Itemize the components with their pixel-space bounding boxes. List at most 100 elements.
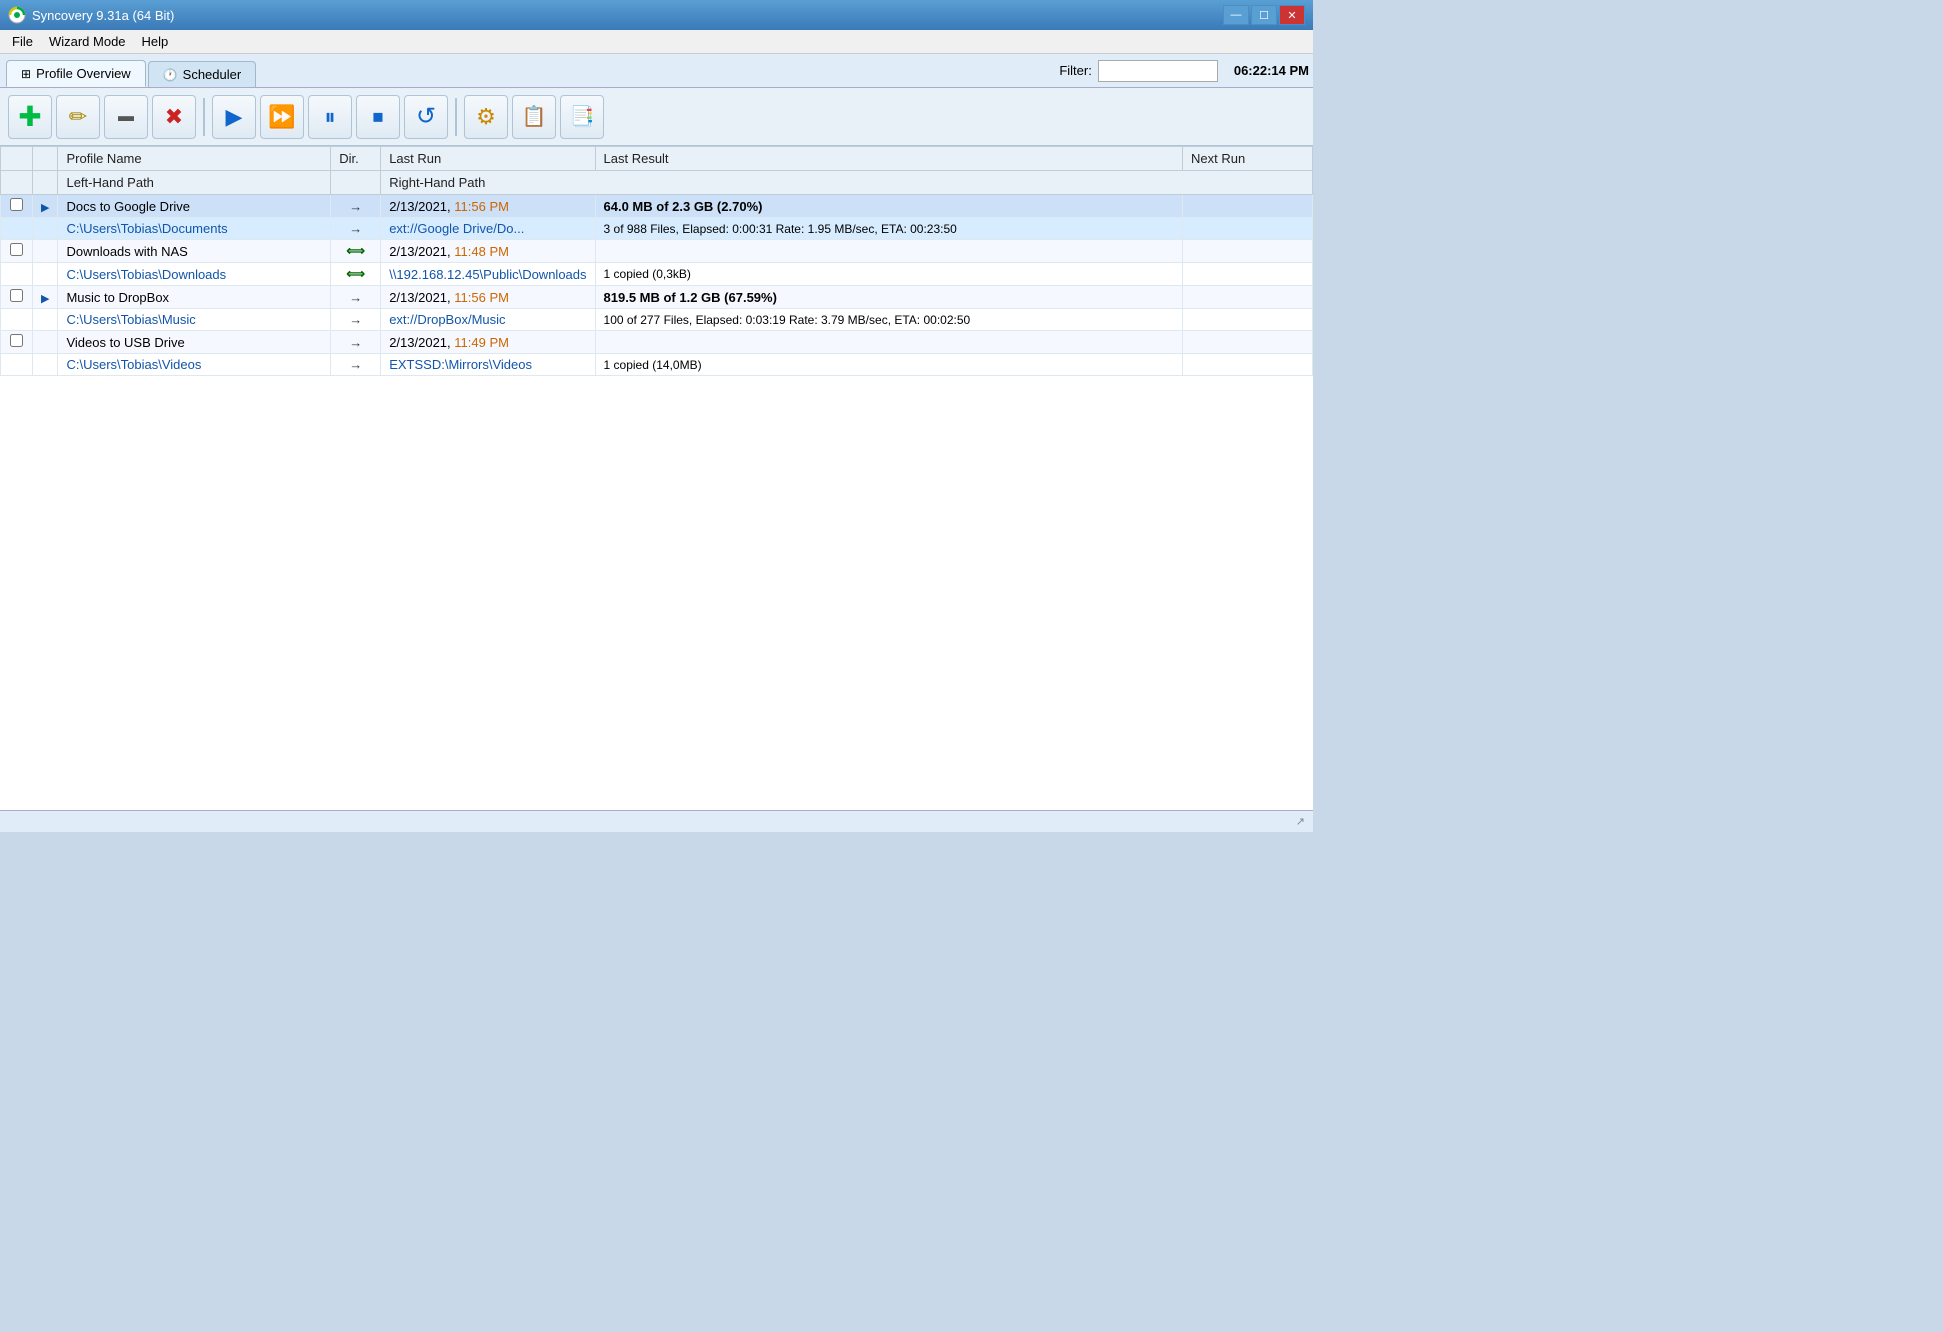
menu-wizard-mode[interactable]: Wizard Mode: [41, 32, 134, 51]
menu-bar: File Wizard Mode Help: [0, 30, 1313, 54]
table-header-row: Profile Name Dir. Last Run Last Result N…: [1, 147, 1313, 171]
log-button[interactable]: 📋: [512, 95, 556, 139]
sub-result-sub-1: 3 of 988 Files, Elapsed: 0:00:31 Rate: 1…: [595, 218, 1182, 240]
table-row-sub[interactable]: C:\Users\Tobias\Documents → ext://Google…: [1, 218, 1313, 240]
filter-input[interactable]: [1098, 60, 1218, 82]
rename-button[interactable]: ▬: [104, 95, 148, 139]
subheader-empty1: [1, 171, 33, 195]
clock-display: 06:22:14 PM: [1234, 63, 1309, 78]
sub-empty6: [33, 309, 58, 331]
row-nextrun-3: [1183, 286, 1313, 309]
table-row[interactable]: Downloads with NAS ⟺ 2/13/2021, 11:48 PM: [1, 240, 1313, 263]
lastrun-time-4: 11:49 PM: [454, 335, 509, 350]
row-result-1: 64.0 MB of 2.3 GB (2.70%): [595, 195, 1182, 218]
checkbox-1[interactable]: [10, 198, 23, 211]
header-profile-name: Profile Name: [58, 147, 331, 171]
sub-empty8: [33, 354, 58, 376]
row-dir-3: →: [331, 286, 381, 309]
tab-scheduler[interactable]: 🕐 Scheduler: [148, 61, 257, 87]
sub-right-path-2: \\192.168.12.45\Public\Downloads: [381, 263, 595, 286]
sub-nextrun-sub-3: [1183, 309, 1313, 331]
tab-bar: ⊞ Profile Overview 🕐 Scheduler Filter: 0…: [0, 54, 1313, 88]
run-button[interactable]: ▶: [212, 95, 256, 139]
lastrun-time-1: 11:56 PM: [454, 199, 509, 214]
sub-dir-2: ⟺: [331, 263, 381, 286]
filter-area: Filter: 06:22:14 PM: [1059, 60, 1309, 82]
row-play-3[interactable]: ▶: [33, 286, 58, 309]
checkbox-3[interactable]: [10, 289, 23, 302]
title-bar-left: Syncovery 9.31a (64 Bit): [8, 6, 174, 24]
row-check-4[interactable]: [1, 331, 33, 354]
sub-arrow-4: →: [349, 357, 362, 372]
settings-button[interactable]: ⚙: [464, 95, 508, 139]
lastrun-date-4: 2/13/2021,: [389, 335, 450, 350]
header-dir: Dir.: [331, 147, 381, 171]
sub-result-sub-3: 100 of 277 Files, Elapsed: 0:03:19 Rate:…: [595, 309, 1182, 331]
dir-arrow-4: →: [349, 335, 362, 350]
row-name-2: Downloads with NAS: [58, 240, 331, 263]
pause-button[interactable]: ⏸: [308, 95, 352, 139]
menu-help[interactable]: Help: [134, 32, 177, 51]
row-check-1[interactable]: [1, 195, 33, 218]
checkbox-4[interactable]: [10, 334, 23, 347]
table-row[interactable]: Videos to USB Drive → 2/13/2021, 11:49 P…: [1, 331, 1313, 354]
row-result-3: 819.5 MB of 1.2 GB (67.59%): [595, 286, 1182, 309]
table-row-sub[interactable]: C:\Users\Tobias\Downloads ⟺ \\192.168.12…: [1, 263, 1313, 286]
tab-scheduler-label: Scheduler: [183, 67, 242, 82]
sub-empty1: [1, 218, 33, 240]
status-bar: ↗: [0, 810, 1313, 832]
row-play-1[interactable]: ▶: [33, 195, 58, 218]
checkbox-2[interactable]: [10, 243, 23, 256]
row-dir-4: →: [331, 331, 381, 354]
sub-arrow-1: →: [349, 221, 362, 236]
play-icon-3: ▶: [41, 293, 49, 305]
row-nextrun-2: [1183, 240, 1313, 263]
menu-file[interactable]: File: [4, 32, 41, 51]
sub-arrow-2: ⟺: [346, 266, 365, 281]
app-title: Syncovery 9.31a (64 Bit): [32, 8, 174, 23]
table-container[interactable]: Profile Name Dir. Last Run Last Result N…: [0, 146, 1313, 810]
table-row[interactable]: ▶ Docs to Google Drive → 2/13/2021, 11:5…: [1, 195, 1313, 218]
sub-nextrun-sub-1: [1183, 218, 1313, 240]
sub-right-path-3: ext://DropBox/Music: [381, 309, 595, 331]
row-name-3: Music to DropBox: [58, 286, 331, 309]
row-check-3[interactable]: [1, 286, 33, 309]
sub-dir-4: →: [331, 354, 381, 376]
profiles-tbody: ▶ Docs to Google Drive → 2/13/2021, 11:5…: [1, 195, 1313, 376]
result-bold-1: 64.0 MB of 2.3 GB (2.70%): [604, 199, 763, 214]
row-lastrun-2: 2/13/2021, 11:48 PM: [381, 240, 595, 263]
row-play-4: [33, 331, 58, 354]
toolbar: ✚ ✏ ▬ ✖ ▶ ⏩ ⏸ ⏹ ↺ ⚙ 📋 📑: [0, 88, 1313, 146]
copy-button[interactable]: 📑: [560, 95, 604, 139]
dir-arrow-2: ⟺: [346, 243, 365, 258]
row-name-4: Videos to USB Drive: [58, 331, 331, 354]
clock-icon: 🕐: [163, 68, 178, 82]
stop-button[interactable]: ⏹: [356, 95, 400, 139]
sub-right-path-4: EXTSSD:\Mirrors\Videos: [381, 354, 595, 376]
tab-profile-overview-label: Profile Overview: [36, 66, 131, 81]
row-dir-2: ⟺: [331, 240, 381, 263]
delete-button[interactable]: ✖: [152, 95, 196, 139]
table-row-sub[interactable]: C:\Users\Tobias\Videos → EXTSSD:\Mirrors…: [1, 354, 1313, 376]
row-name-1: Docs to Google Drive: [58, 195, 331, 218]
table-row[interactable]: ▶ Music to DropBox → 2/13/2021, 11:56 PM…: [1, 286, 1313, 309]
sub-right-path-1: ext://Google Drive/Do...: [381, 218, 595, 240]
header-play: [33, 147, 58, 171]
sub-empty2: [33, 218, 58, 240]
close-button[interactable]: ✕: [1279, 5, 1305, 25]
maximize-button[interactable]: ☐: [1251, 5, 1277, 25]
edit-button[interactable]: ✏: [56, 95, 100, 139]
table-row-sub[interactable]: C:\Users\Tobias\Music → ext://DropBox/Mu…: [1, 309, 1313, 331]
tab-profile-overview[interactable]: ⊞ Profile Overview: [6, 60, 146, 87]
minimize-button[interactable]: —: [1223, 5, 1249, 25]
add-profile-button[interactable]: ✚: [8, 95, 52, 139]
row-play-2: [33, 240, 58, 263]
row-check-2[interactable]: [1, 240, 33, 263]
run-all-button[interactable]: ⏩: [260, 95, 304, 139]
header-last-run: Last Run: [381, 147, 595, 171]
play-icon-1: ▶: [41, 202, 49, 214]
subheader-left-path: Left-Hand Path: [58, 171, 331, 195]
header-next-run: Next Run: [1183, 147, 1313, 171]
header-check: [1, 147, 33, 171]
refresh-button[interactable]: ↺: [404, 95, 448, 139]
